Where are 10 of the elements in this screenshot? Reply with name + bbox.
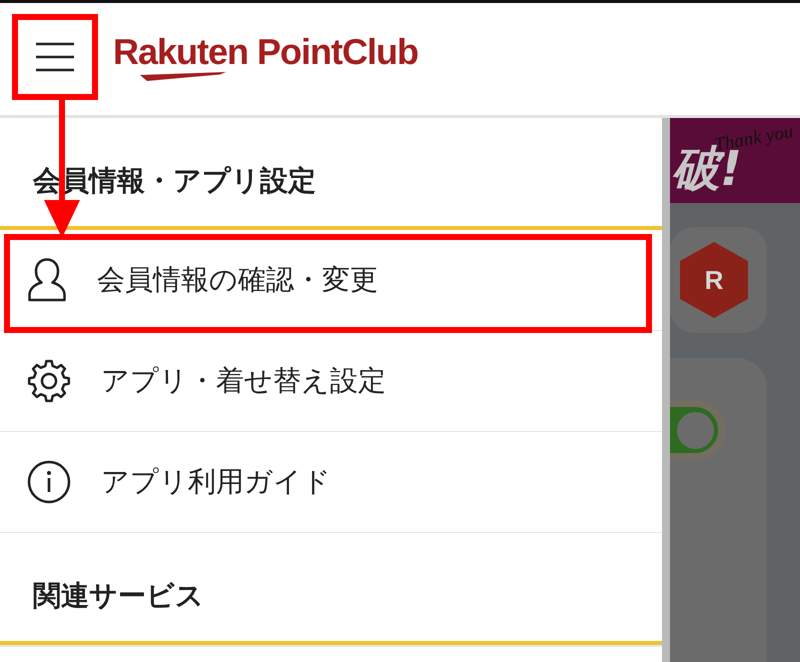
toggle-switch[interactable] — [670, 400, 726, 460]
gear-icon — [27, 359, 71, 403]
section-heading: 関連サービス — [0, 533, 662, 645]
menu-icon — [36, 42, 74, 72]
person-icon — [27, 258, 67, 302]
menu-item[interactable]: 会員情報の確認・変更 — [0, 230, 662, 331]
logo-text: Rakuten PointClub — [113, 31, 418, 73]
logo-swoosh-icon — [140, 72, 226, 81]
app-logo: R — [680, 242, 748, 318]
info-icon — [27, 460, 71, 504]
